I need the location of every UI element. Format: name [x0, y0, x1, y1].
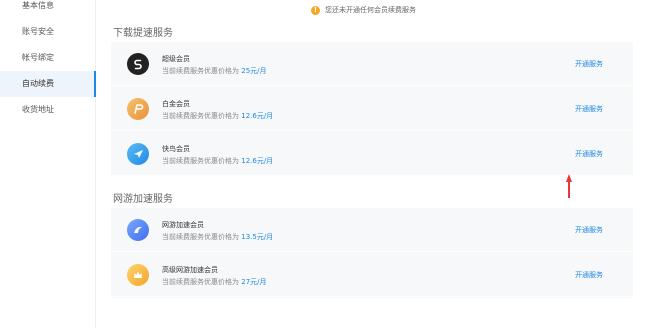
premium-game-accel-icon	[127, 264, 149, 286]
notice-text: 您还未开通任何会员续费服务	[325, 6, 416, 14]
sidebar-item-shipping-address[interactable]: 收货地址	[0, 97, 96, 123]
sidebar-item-auto-renew[interactable]: 自动续费	[0, 71, 96, 97]
open-service-button[interactable]: 开通服务	[575, 225, 603, 235]
notice-bar: ! 您还未开通任何会员续费服务	[311, 4, 416, 16]
game-accel-icon	[127, 219, 149, 241]
game-section-title: 网游加速服务	[113, 194, 173, 205]
service-name: 白金会员	[162, 100, 190, 108]
service-price: 25元/月	[241, 67, 267, 75]
service-price: 13.5元/月	[241, 233, 274, 241]
sidebar-item-account-security[interactable]: 账号安全	[0, 19, 96, 45]
sidebar-item-basic-info[interactable]: 基本信息	[0, 0, 96, 19]
open-service-button[interactable]: 开通服务	[575, 149, 603, 159]
open-service-button[interactable]: 开通服务	[575, 270, 603, 280]
right-margin	[634, 0, 654, 328]
open-service-button[interactable]: 开通服务	[575, 59, 603, 69]
service-row-premium-game-accel: 高级网游加速会员 当前续费服务优惠价格为 27元/月 开通服务	[111, 253, 633, 297]
kuainiao-member-icon	[127, 143, 149, 165]
service-row-platinum-member: 白金会员 当前续费服务优惠价格为 12.6元/月 开通服务	[111, 87, 633, 131]
open-service-button[interactable]: 开通服务	[575, 104, 603, 114]
warning-icon: !	[311, 5, 320, 15]
main-content: ! 您还未开通任何会员续费服务 下载提速服务 超级会员 当前续费服务优惠价格为 2…	[97, 0, 654, 328]
service-price: 27元/月	[241, 278, 267, 286]
service-name: 快鸟会员	[162, 145, 190, 153]
service-desc: 当前续费服务优惠价格为 12.6元/月	[162, 157, 274, 165]
service-desc: 当前续费服务优惠价格为 25元/月	[162, 67, 267, 75]
game-services-panel: 网游加速会员 当前续费服务优惠价格为 13.5元/月 开通服务 高级网游加速会员…	[111, 208, 633, 298]
service-desc: 当前续费服务优惠价格为 27元/月	[162, 278, 267, 286]
service-row-super-member: 超级会员 当前续费服务优惠价格为 25元/月 开通服务	[111, 42, 633, 86]
download-services-panel: 超级会员 当前续费服务优惠价格为 25元/月 开通服务 白金会员 当前续费服务优…	[111, 42, 633, 176]
service-row-kuainiao-member: 快鸟会员 当前续费服务优惠价格为 12.6元/月 开通服务	[111, 132, 633, 176]
service-name: 网游加速会员	[162, 221, 204, 229]
service-row-game-accel: 网游加速会员 当前续费服务优惠价格为 13.5元/月 开通服务	[111, 208, 633, 252]
super-member-icon	[127, 53, 149, 75]
service-desc: 当前续费服务优惠价格为 12.6元/月	[162, 112, 274, 120]
sidebar-item-account-binding[interactable]: 帐号绑定	[0, 45, 96, 71]
service-name: 超级会员	[162, 55, 190, 63]
sidebar: 基本信息 账号安全 帐号绑定 自动续费 收货地址	[0, 0, 96, 328]
service-price: 12.6元/月	[241, 157, 274, 165]
service-price: 12.6元/月	[241, 112, 274, 120]
download-section-title: 下载提速服务	[113, 28, 173, 39]
platinum-member-icon	[127, 98, 149, 120]
service-desc: 当前续费服务优惠价格为 13.5元/月	[162, 233, 274, 241]
red-arrow-up-icon	[566, 174, 572, 198]
service-name: 高级网游加速会员	[162, 266, 218, 274]
